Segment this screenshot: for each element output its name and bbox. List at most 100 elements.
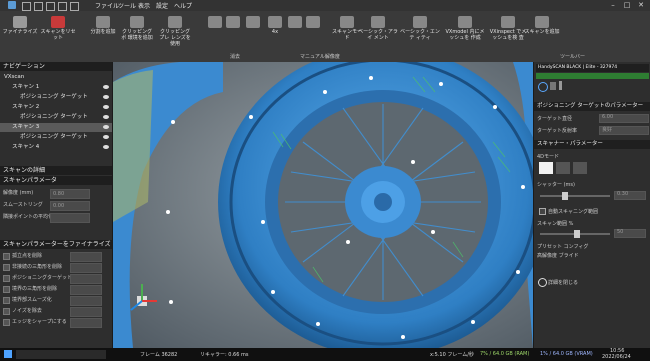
scan-details-header[interactable]: スキャンの詳細 [0,166,112,175]
param-label: 隣接ポイントの平均化 [3,214,54,220]
add-split-icon [96,16,110,28]
menu-file[interactable]: ファイル [95,1,119,10]
option-label: エッジをシャープにする [12,319,67,325]
positioning-header[interactable]: ポジショニング ターゲットのパラメーター [534,102,650,111]
tree-item[interactable]: スキャン 3 [0,123,112,132]
option-field[interactable] [70,252,102,262]
ribbon-button-14[interactable]: VXmodel 内にメッシュを 作成 [445,14,485,54]
ribbon-button-3[interactable]: クリッピングボ 環境を追加 [120,14,154,54]
visibility-eye-icon[interactable] [103,85,109,89]
shutter-slider[interactable] [540,195,610,197]
target-icon[interactable] [538,82,548,92]
ribbon-button-10[interactable] [296,14,330,54]
finalize-option[interactable]: 境界の三角形を削除 [0,284,112,295]
option-field[interactable] [70,274,102,284]
visibility-eye-icon[interactable] [103,125,109,129]
tree-item[interactable]: VXscan [0,73,112,82]
tree-item[interactable]: ポジショニング ターゲット [0,113,112,122]
shutter-value-field[interactable]: 0.30 [614,191,646,200]
finalize-option[interactable]: エッジをシャープにする [0,317,112,328]
scan-range-field[interactable]: 50 [614,229,646,238]
target-diameter-field[interactable]: 6.00 [599,114,649,123]
open-icon[interactable] [34,2,43,11]
param-field[interactable]: 0.00 [50,201,90,211]
scan-render [113,62,533,348]
scanner-params-header[interactable]: スキャナー・パラメーター [534,140,650,149]
taskbar-search[interactable] [16,350,106,359]
finalize-option[interactable]: 非接続の三角形を削除 [0,262,112,273]
scan-range-handle[interactable] [574,230,580,238]
tree-item[interactable]: スキャン 2 [0,103,112,112]
ribbon-button-0[interactable]: ファイナライズ [2,14,38,54]
finalize-option[interactable]: 境界部スムーズ化 [0,295,112,306]
visibility-eye-icon[interactable] [103,115,109,119]
finalize-icon [13,16,27,28]
visibility-eye-icon[interactable] [103,105,109,109]
ribbon-button-label: クリッピングボ 環境を追加 [121,29,153,41]
scan-params-header[interactable]: スキャンパラメータ [0,176,112,185]
finalize-option[interactable]: ポジショニングターゲットを充填 [0,273,112,284]
target-reflectivity-select[interactable]: 良好 [599,126,649,135]
options-icon[interactable] [70,2,79,11]
maximize-icon[interactable]: □ [620,0,634,10]
shutter-slider-handle[interactable] [562,192,568,200]
finalize-option[interactable]: 孤立点を削除 [0,251,112,262]
export-icon[interactable] [58,2,67,11]
status-vram: 1% / 64.0 GB (VRAM) [540,351,593,357]
visibility-eye-icon[interactable] [103,145,109,149]
param-field[interactable]: 0.80 [50,189,90,199]
menu-tools[interactable]: ツール [118,1,136,10]
mode-button-3[interactable] [573,162,587,174]
finalize-option[interactable]: ノイズを除去 [0,306,112,317]
windows-start-icon[interactable] [4,350,12,358]
mode-button-1[interactable] [539,162,553,174]
close-details-link[interactable]: 詳細を閉じる [548,279,578,286]
preset-value[interactable]: 高解像度 ブライド [537,252,579,259]
close-icon[interactable]: ✕ [634,0,648,10]
option-checkbox[interactable] [3,264,10,271]
visibility-eye-icon[interactable] [103,95,109,99]
option-checkbox[interactable] [3,286,10,293]
tree-item-label: VXscan [4,74,25,80]
tree-item[interactable]: ポジショニング ターゲット [0,93,112,102]
3d-viewport[interactable] [113,62,533,348]
option-field[interactable] [70,296,102,306]
tree-item[interactable]: スキャン 1 [0,83,112,92]
option-checkbox[interactable] [3,297,10,304]
ribbon-button-12[interactable]: ベーシック・アライ メント [358,14,398,54]
scan-range-label: スキャン範囲 % [537,221,574,227]
reset-scan-icon [51,16,65,28]
close-details-icon[interactable] [538,278,547,287]
menu-help[interactable]: ヘルプ [174,1,192,10]
ribbon-button-13[interactable]: ベーシック・エンテ ィティ [400,14,440,54]
status-fps: x:5.10 フレーム/秒 [430,352,474,358]
tree-item-label: スキャン 4 [12,144,40,150]
option-checkbox[interactable] [3,253,10,260]
option-checkbox[interactable] [3,308,10,315]
new-icon[interactable] [22,2,31,11]
field-value: 6.00 [602,114,614,120]
param-value: 0.80 [53,191,65,197]
ribbon-button-2[interactable]: 分割を追加 [86,14,120,54]
ribbon-button-16[interactable]: スキャンを追加 [522,14,562,54]
vxmodel-icon [458,16,472,28]
ribbon-button-1[interactable]: スキャンをリセット [40,14,76,54]
param-field[interactable] [50,213,90,223]
minimize-icon[interactable]: – [606,0,620,10]
menu-settings[interactable]: 設定 [156,1,168,10]
auto-range-checkbox[interactable] [539,208,546,215]
option-field[interactable] [70,263,102,273]
mode-button-2[interactable] [556,162,570,174]
menu-view[interactable]: 表示 [138,1,150,10]
option-checkbox[interactable] [3,319,10,326]
option-field[interactable] [70,285,102,295]
option-field[interactable] [70,307,102,317]
postproc-header[interactable]: スキャンパラメーターをファイナライズ [0,240,112,249]
save-icon[interactable] [46,2,55,11]
option-field[interactable] [70,318,102,328]
tree-item[interactable]: スキャン 4 [0,143,112,152]
tree-item[interactable]: ポジショニング ターゲット [0,133,112,142]
ribbon-button-4[interactable]: クリッピングプレ レンズを使用 [158,14,192,54]
option-checkbox[interactable] [3,275,10,282]
visibility-eye-icon[interactable] [103,135,109,139]
